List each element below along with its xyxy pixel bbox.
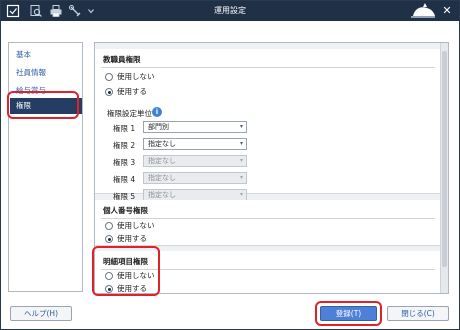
permission-unit-label: 権限設定単位 [107,109,152,118]
section-personal-number-permission: 個人番号権限 使用しない 使用する [95,200,441,246]
select-value: 指定なし [148,191,176,199]
register-button[interactable]: 登録(T) [320,306,377,321]
radio-label: 使用する [117,234,147,243]
sidebar-item-basic[interactable]: 基本 [10,47,82,63]
radio-indicator[interactable] [105,73,113,81]
section-title: 個人番号権限 [103,206,148,215]
permission-2-select[interactable]: 指定なし ▾ [143,138,247,150]
window-title: 運用設定 [214,6,246,15]
help-button[interactable]: ヘルプ(H) [10,306,72,321]
radio-indicator[interactable] [105,272,113,280]
select-value: 指定なし [148,157,176,165]
section-teacher-permission: 教職員権限 使用しない 使用する 権限設定単位 i 権限 1 部門別 ▾ 権限 … [95,49,441,201]
chevron-down-icon: ▾ [239,174,243,181]
section-title: 明細項目権限 [103,257,148,266]
sidebar-item-salary-bonus[interactable]: 給与賞与 [10,83,82,99]
chevron-down-icon: ▾ [239,123,243,130]
vertical-scrollbar[interactable] [440,43,448,293]
radio-indicator[interactable] [105,285,113,293]
divider [101,67,435,68]
permission-1-select[interactable]: 部門別 ▾ [143,121,247,133]
section-detail-items-permission: 明細項目権限 使用しない 使用する [95,251,441,293]
scrollbar-thumb[interactable] [442,51,447,267]
info-icon[interactable]: i [152,107,162,117]
close-button[interactable]: 閉じる(C) [387,306,449,321]
radio-label: 使用する [117,87,147,96]
radio-label: 使用しない [117,221,155,230]
sidebar-item-permissions[interactable]: 権限 [10,98,82,114]
select-value: 指定なし [148,174,176,182]
permission-4-select: 指定なし ▾ [143,172,247,184]
permission-label: 権限 4 [113,175,136,184]
close-icon[interactable]: ✕ [439,3,455,19]
select-value: 部門別 [148,123,169,131]
radio-label: 使用しない [117,271,155,280]
divider [101,218,435,219]
chevron-down-icon: ▾ [239,191,243,198]
permission-label: 権限 3 [113,158,136,167]
radio-label: 使用しない [117,72,155,81]
section-title: 教職員権限 [103,55,141,64]
sidebar-item-employee-info[interactable]: 社員情報 [10,65,82,81]
permission-label: 権限 1 [113,124,136,133]
settings-window: 運用設定 ✕ 基本 社員情報 給与賞与 権限 教職員権限 使用しない 使用する [0,0,460,330]
chevron-down-icon: ▾ [239,140,243,147]
radio-indicator[interactable] [105,88,113,96]
radio-label: 使用する [117,284,147,293]
radio-indicator[interactable] [105,222,113,230]
select-value: 指定なし [148,140,176,148]
settings-panel: 教職員権限 使用しない 使用する 権限設定単位 i 権限 1 部門別 ▾ 権限 … [94,42,449,294]
radio-indicator[interactable] [105,235,113,243]
logo-icon [411,3,435,18]
title-bar: 運用設定 ✕ [1,1,459,21]
sidebar: 基本 社員情報 給与賞与 権限 [8,42,83,292]
permission-label: 権限 2 [113,141,136,150]
permission-3-select: 指定なし ▾ [143,155,247,167]
chevron-down-icon: ▾ [239,157,243,164]
